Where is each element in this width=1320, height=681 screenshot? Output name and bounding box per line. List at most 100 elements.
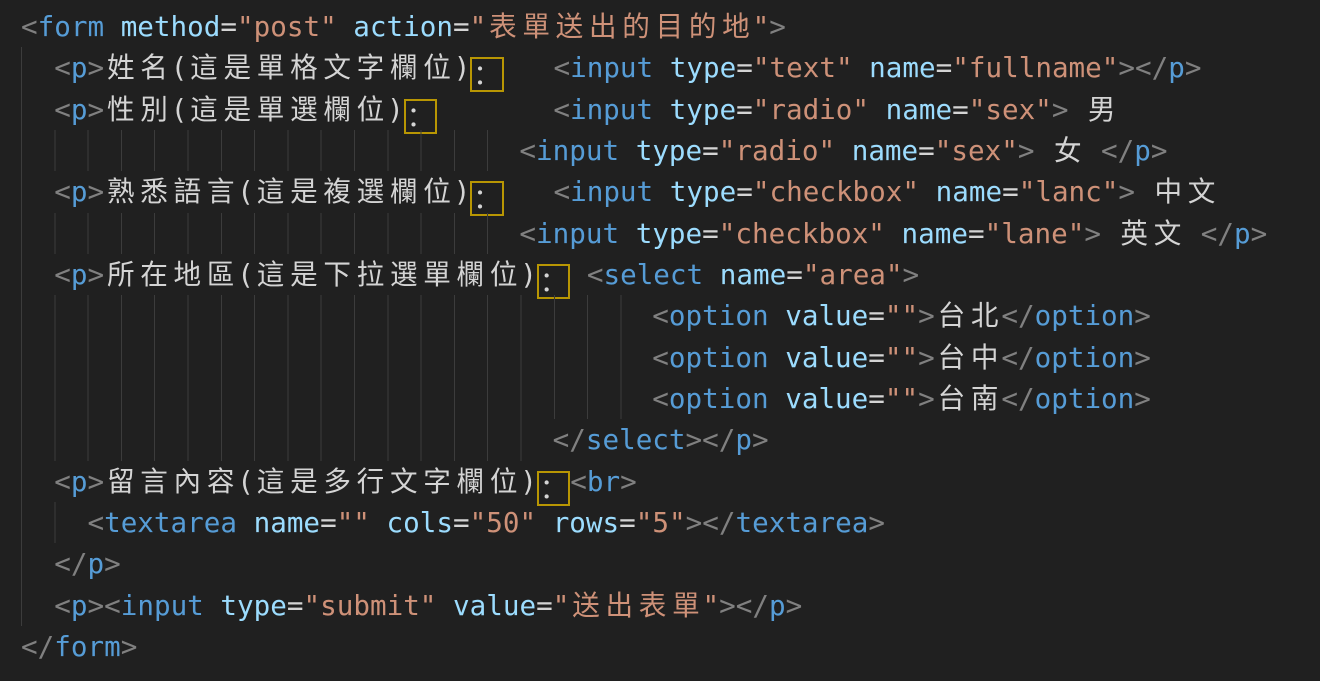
- code-token: 表單送出的目的地: [486, 10, 752, 43]
- cjk-char: 是: [221, 89, 254, 130]
- code-token: cols: [370, 506, 453, 539]
- code-token: </: [736, 589, 769, 622]
- indent-guides: [21, 585, 23, 626]
- code-editor[interactable]: <form method="post" action="表單送出的目的地"> <…: [0, 0, 1320, 681]
- code-token: name: [237, 506, 320, 539]
- code-token: >: [87, 51, 104, 84]
- code-token: >: [903, 258, 920, 291]
- code-token: [1068, 93, 1085, 126]
- code-token: p: [71, 51, 88, 84]
- code-token: >: [1251, 217, 1268, 250]
- code-token: <: [553, 93, 570, 126]
- code-token: p: [1234, 217, 1251, 250]
- code-token: "text": [753, 51, 853, 84]
- cjk-char: 南: [968, 378, 1001, 419]
- code-token: =: [1002, 175, 1019, 208]
- code-token: "radio": [753, 93, 869, 126]
- code-token: (: [237, 258, 254, 291]
- code-line: <p>所在地區(這是下拉選單欄位)： <select name="area">: [21, 254, 1320, 295]
- code-token: type: [653, 93, 736, 126]
- cjk-char: 區: [204, 254, 237, 295]
- cjk-char: 目: [653, 6, 686, 47]
- cjk-char: 語: [171, 171, 204, 212]
- code-token: [21, 258, 54, 291]
- cjk-char: 悉: [137, 171, 170, 212]
- code-token: method: [104, 10, 220, 43]
- cjk-char: 名: [137, 47, 170, 88]
- cjk-char: 位: [487, 461, 520, 502]
- code-token: type: [653, 175, 736, 208]
- code-token: [437, 93, 553, 126]
- code-line: <textarea name="" cols="50" rows="5"></t…: [21, 502, 1320, 543]
- code-token: "": [337, 506, 370, 539]
- code-token: p: [1134, 134, 1151, 167]
- code-token: 姓名: [104, 51, 171, 84]
- code-token: </: [1001, 341, 1034, 374]
- code-token: <: [54, 258, 71, 291]
- cjk-char: 是: [221, 47, 254, 88]
- code-token: </: [1201, 217, 1234, 250]
- code-token: =: [952, 93, 969, 126]
- code-token: 熟悉語言: [104, 175, 237, 208]
- code-line: <input type="checkbox" name="lane"> 英文 <…: [21, 213, 1320, 254]
- code-token: 中文: [1152, 175, 1219, 208]
- code-token: =: [868, 382, 885, 415]
- code-token: =: [702, 217, 719, 250]
- cjk-char: 選: [354, 171, 387, 212]
- indent-guides: [21, 130, 489, 171]
- cjk-char: 選: [287, 89, 320, 130]
- code-token: </: [54, 547, 87, 580]
- unicode-highlight-box: ：: [404, 99, 437, 134]
- code-token: [21, 465, 54, 498]
- code-token: <: [553, 51, 570, 84]
- indent-guides: [21, 213, 489, 254]
- code-token: [21, 547, 54, 580]
- cjk-char: 欄: [321, 89, 354, 130]
- cjk-char: 性: [104, 89, 137, 130]
- code-token: <: [587, 258, 604, 291]
- code-token: option: [1035, 341, 1135, 374]
- code-token: "lanc": [1019, 175, 1119, 208]
- cjk-char: 中: [1152, 171, 1185, 212]
- code-token: value: [436, 589, 536, 622]
- code-token: <: [104, 589, 121, 622]
- code-token: input: [536, 134, 619, 167]
- code-token: "sex": [969, 93, 1052, 126]
- code-token: ): [454, 175, 471, 208]
- code-token: textarea: [735, 506, 868, 539]
- code-token: [21, 93, 54, 126]
- code-token: =: [220, 10, 237, 43]
- code-token: =: [736, 175, 753, 208]
- cjk-char: 單: [520, 6, 553, 47]
- code-token: [1184, 217, 1201, 250]
- cjk-char: 這: [254, 461, 287, 502]
- code-token: >: [1185, 51, 1202, 84]
- code-token: "50": [470, 506, 536, 539]
- code-token: input: [570, 93, 653, 126]
- cjk-char: 地: [719, 6, 752, 47]
- code-token: p: [769, 589, 786, 622]
- code-token: >: [87, 93, 104, 126]
- code-token: "sex": [935, 134, 1018, 167]
- cjk-char: 台: [935, 378, 968, 419]
- code-token: "": [885, 299, 918, 332]
- indent-guides: [21, 254, 23, 295]
- code-token: "post": [237, 10, 337, 43]
- code-token: type: [619, 134, 702, 167]
- cjk-char: 文: [321, 47, 354, 88]
- code-token: >: [1118, 51, 1135, 84]
- cjk-char: 英: [1118, 213, 1151, 254]
- cjk-char: 是: [287, 254, 320, 295]
- cjk-char: 在: [137, 254, 170, 295]
- code-token: ": [553, 589, 570, 622]
- code-token: >: [1134, 299, 1151, 332]
- code-token: =: [868, 299, 885, 332]
- cjk-char: 送: [553, 6, 586, 47]
- code-token: [1035, 134, 1052, 167]
- code-token: >: [1118, 175, 1135, 208]
- code-line: <p>姓名(這是單格文字欄位)： <input type="text" name…: [21, 47, 1320, 88]
- code-token: <: [54, 51, 71, 84]
- code-token: [1084, 134, 1101, 167]
- indent-guides: [21, 378, 622, 419]
- cjk-char: 文: [1185, 171, 1218, 212]
